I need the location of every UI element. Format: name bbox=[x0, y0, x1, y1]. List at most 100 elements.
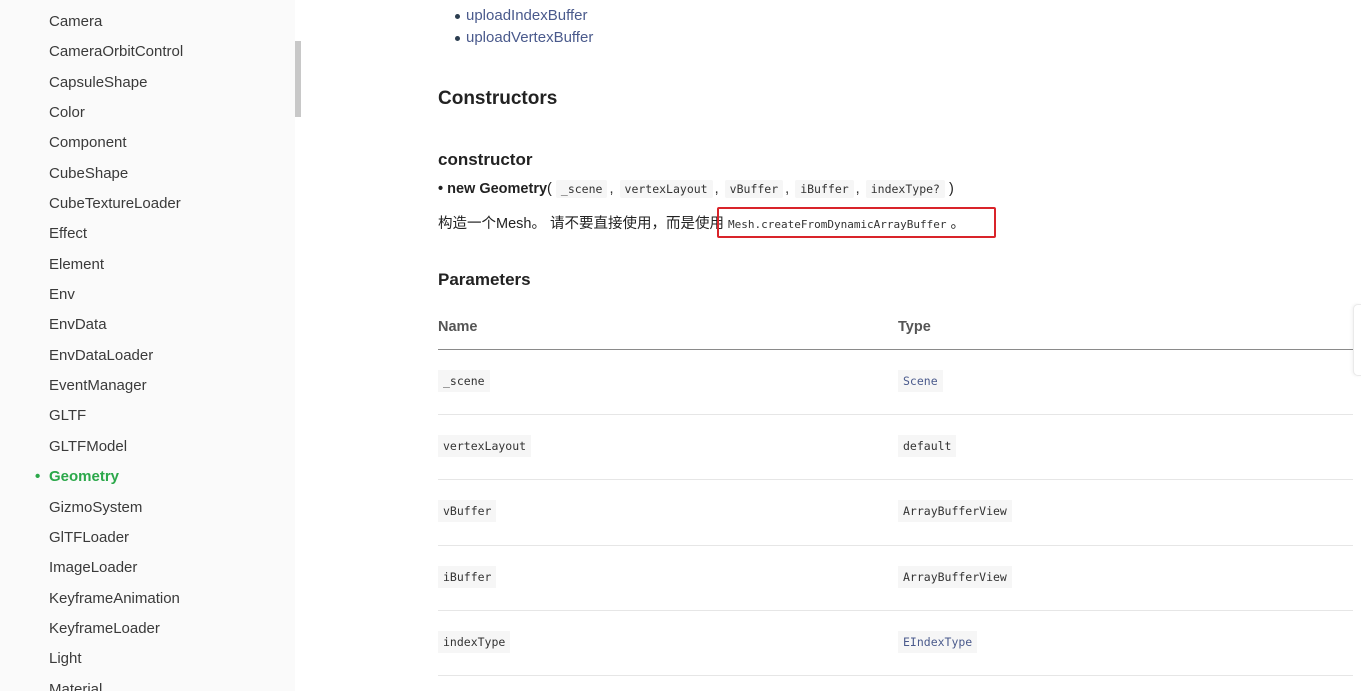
sidebar-item-label: EnvDataLoader bbox=[49, 346, 154, 364]
sidebar-item-label: ImageLoader bbox=[49, 559, 138, 577]
sidebar-item-capsuleshape[interactable]: CapsuleShape bbox=[0, 68, 295, 98]
signature-param: iBuffer bbox=[795, 180, 854, 198]
param-name-cell: iBuffer bbox=[438, 565, 497, 588]
sidebar-item-material[interactable]: Material bbox=[0, 675, 295, 691]
param-name: vBuffer bbox=[438, 500, 497, 523]
list-item: uploadIndexBuffer bbox=[438, 5, 593, 27]
sidebar-item-keyframeloader[interactable]: KeyframeLoader bbox=[0, 614, 295, 644]
param-type: default bbox=[898, 435, 957, 458]
sidebar-item-label: EventManager bbox=[49, 377, 147, 395]
constructor-signature: • new Geometry( _scene, vertexLayout, vB… bbox=[438, 180, 954, 198]
sidebar-item-label: CubeTextureLoader bbox=[49, 195, 181, 213]
param-type-cell: ArrayBufferView bbox=[898, 500, 1012, 523]
sidebar-item-label: GLTFModel bbox=[49, 437, 128, 455]
sidebar-item-label: CubeShape bbox=[49, 164, 129, 182]
sidebar-item-cubetextureloader[interactable]: CubeTextureLoader bbox=[0, 189, 295, 219]
signature-separator: , bbox=[609, 181, 614, 197]
signature-close-paren: ) bbox=[949, 181, 954, 197]
param-name: indexType bbox=[438, 630, 511, 653]
table-row: vertexLayout default bbox=[438, 415, 1353, 481]
sidebar-item-envdata[interactable]: EnvData bbox=[0, 310, 295, 340]
sidebar-item-label: GlTFLoader bbox=[49, 528, 130, 546]
sidebar-nav: Camera CameraOrbitControl CapsuleShape C… bbox=[0, 0, 295, 691]
table-row: indexType EIndexType bbox=[438, 611, 1353, 676]
signature-separator: , bbox=[714, 181, 719, 197]
signature-new-label: new Geometry bbox=[447, 181, 548, 197]
sidebar-item-geometry[interactable]: • Geometry bbox=[0, 462, 295, 492]
sidebar-item-label: GizmoSystem bbox=[49, 498, 143, 516]
param-type-cell: ArrayBufferView bbox=[898, 565, 1012, 588]
sidebar-item-label: CapsuleShape bbox=[49, 73, 148, 91]
constructor-heading: constructor bbox=[438, 150, 533, 169]
sidebar-item-label: CameraOrbitControl bbox=[49, 43, 184, 61]
sidebar-list: Camera CameraOrbitControl CapsuleShape C… bbox=[0, 7, 295, 691]
parameters-heading: Parameters bbox=[438, 270, 531, 289]
sidebar-item-camera[interactable]: Camera bbox=[0, 7, 295, 37]
method-link-uploadindexbuffer[interactable]: uploadIndexBuffer bbox=[466, 7, 588, 24]
param-name: _scene bbox=[438, 370, 490, 392]
sidebar-item-color[interactable]: Color bbox=[0, 98, 295, 128]
param-name-cell: vBuffer bbox=[438, 500, 497, 523]
sidebar-item-label: Color bbox=[49, 104, 85, 122]
sidebar-item-component[interactable]: Component bbox=[0, 128, 295, 158]
sidebar-item-eventmanager[interactable]: EventManager bbox=[0, 371, 295, 401]
param-type: ArrayBufferView bbox=[898, 500, 1012, 523]
sidebar-item-imageloader[interactable]: ImageLoader bbox=[0, 553, 295, 583]
sidebar-item-gltf[interactable]: GLTF bbox=[0, 401, 295, 431]
param-name-cell: indexType bbox=[438, 630, 511, 653]
side-panel-toggle[interactable] bbox=[1353, 304, 1361, 376]
sidebar-item-label: Element bbox=[49, 255, 105, 273]
sidebar-item-label: KeyframeLoader bbox=[49, 619, 160, 637]
sidebar-item-label: Geometry bbox=[49, 468, 120, 486]
signature-param: vBuffer bbox=[724, 180, 784, 198]
param-name-cell: vertexLayout bbox=[438, 435, 532, 458]
table-row: iBuffer ArrayBufferView bbox=[438, 546, 1353, 611]
method-link-uploadvertexbuffer[interactable]: uploadVertexBuffer bbox=[466, 29, 593, 46]
param-type: ArrayBufferView bbox=[898, 565, 1012, 588]
sidebar-scrollbar-thumb[interactable] bbox=[295, 41, 301, 117]
table-row: _scene Scene bbox=[438, 350, 1353, 416]
sidebar-item-label: Camera bbox=[49, 13, 103, 30]
sidebar-item-element[interactable]: Element bbox=[0, 250, 295, 280]
table-row: vBuffer ArrayBufferView bbox=[438, 480, 1353, 546]
sidebar-item-gltfloader[interactable]: GlTFLoader bbox=[0, 523, 295, 553]
signature-open-paren: ( bbox=[547, 181, 552, 197]
sidebar-item-cameraorbitcontrol[interactable]: CameraOrbitControl bbox=[0, 37, 295, 67]
param-type-cell: Scene bbox=[898, 370, 943, 392]
sidebar-item-gizmosystem[interactable]: GizmoSystem bbox=[0, 493, 295, 523]
sidebar-item-label: Material bbox=[49, 680, 103, 691]
table-header: Name Type bbox=[438, 307, 1353, 350]
sidebar-item-light[interactable]: Light bbox=[0, 644, 295, 674]
param-name: vertexLayout bbox=[438, 435, 532, 458]
param-type-link[interactable]: EIndexType bbox=[898, 630, 978, 653]
param-type-cell: default bbox=[898, 435, 957, 458]
signature-bullet: • bbox=[438, 181, 444, 197]
sidebar-item-cubeshape[interactable]: CubeShape bbox=[0, 159, 295, 189]
param-name-cell: _scene bbox=[438, 370, 490, 392]
sidebar-item-envdataloader[interactable]: EnvDataLoader bbox=[0, 341, 295, 371]
signature-param: _scene bbox=[555, 180, 608, 198]
sidebar-item-label: Component bbox=[49, 134, 127, 152]
constructors-heading: Constructors bbox=[438, 88, 558, 109]
signature-param: indexType? bbox=[865, 180, 945, 198]
sidebar-item-label: Light bbox=[49, 650, 82, 668]
sidebar-item-label: Effect bbox=[49, 225, 88, 243]
signature-param: vertexLayout bbox=[619, 180, 713, 198]
signature-separator: , bbox=[855, 181, 860, 197]
column-header-type: Type bbox=[898, 319, 931, 335]
list-item: uploadVertexBuffer bbox=[438, 27, 593, 49]
sidebar-item-label: GLTF bbox=[49, 407, 87, 425]
sidebar-item-effect[interactable]: Effect bbox=[0, 219, 295, 249]
param-type-link[interactable]: Scene bbox=[898, 370, 943, 392]
signature-separator: , bbox=[785, 181, 790, 197]
sidebar-item-env[interactable]: Env bbox=[0, 280, 295, 310]
sidebar-item-label: KeyframeAnimation bbox=[49, 589, 180, 607]
sidebar-item-keyframeanimation[interactable]: KeyframeAnimation bbox=[0, 584, 295, 614]
parameters-table: Name Type _scene Scene vertexLayout defa… bbox=[438, 307, 1353, 676]
param-type-cell: EIndexType bbox=[898, 630, 978, 653]
sidebar-item-label: Env bbox=[49, 286, 75, 304]
description-text: 构造一个Mesh。 请不要直接使用，而是使用 bbox=[438, 216, 724, 232]
sidebar-item-gltfmodel[interactable]: GLTFModel bbox=[0, 432, 295, 462]
column-header-name: Name bbox=[438, 319, 478, 335]
highlight-box bbox=[717, 207, 996, 238]
